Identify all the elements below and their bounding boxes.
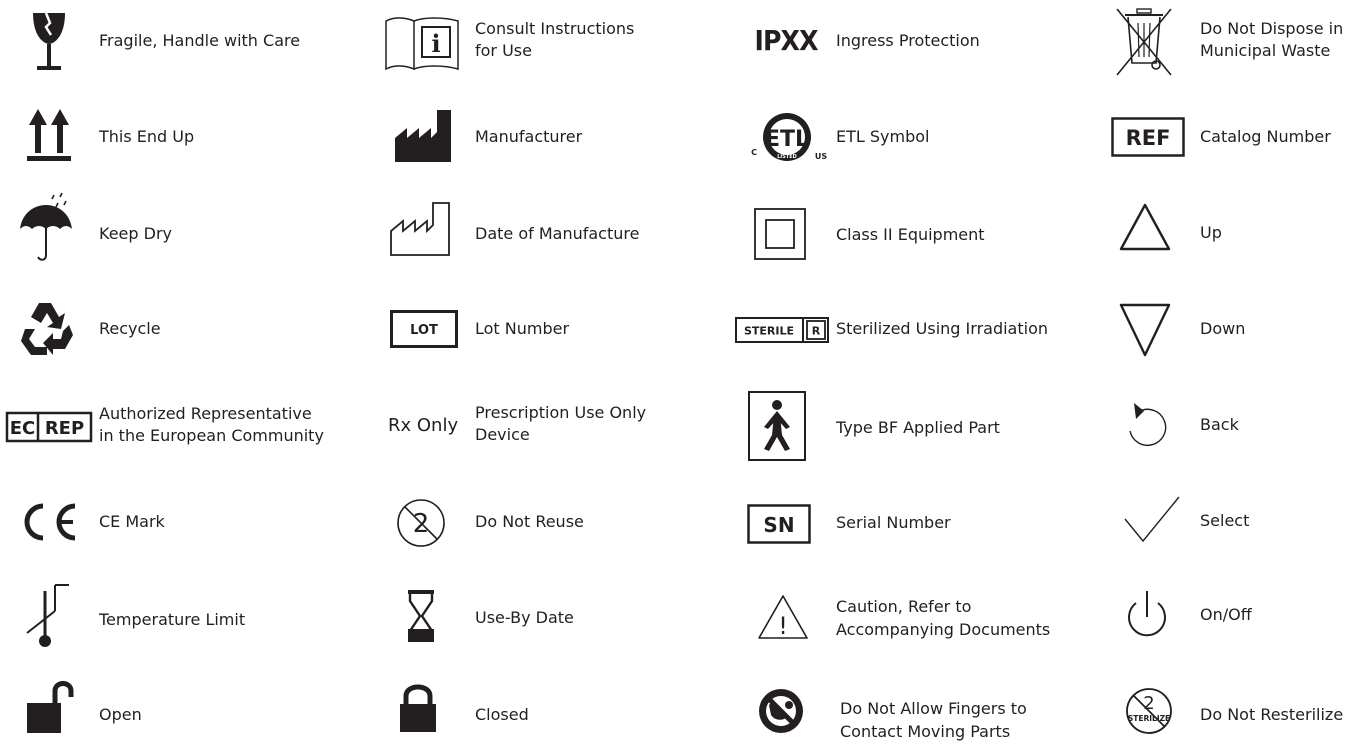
etl-c-text: C xyxy=(751,148,757,157)
info-i-text: i xyxy=(431,29,440,58)
fragile-glass-icon xyxy=(24,10,74,74)
recycle-icon xyxy=(18,296,76,360)
symbol-label: On/Off xyxy=(1200,605,1252,624)
symbol-label-line1: Caution, Refer to xyxy=(836,597,972,616)
double-square-icon xyxy=(752,206,808,262)
symbol-label: Manufacturer xyxy=(475,127,583,146)
symbol-label: Keep Dry xyxy=(99,224,172,243)
symbol-label: Class II Equipment xyxy=(836,225,985,244)
symbol-label: Do Not Resterilize xyxy=(1200,705,1344,724)
thermometer-limit-icon xyxy=(18,580,74,652)
symbol-label-line1: Prescription Use Only xyxy=(475,403,647,422)
open-padlock-icon xyxy=(24,675,76,737)
symbol-label-line2: Municipal Waste xyxy=(1200,41,1331,60)
sterile-r-text: R xyxy=(812,325,821,338)
lot-text: LOT xyxy=(410,323,438,338)
back-arrow-icon xyxy=(1122,396,1172,452)
rx-only-icon: Rx Only xyxy=(388,410,468,440)
this-end-up-arrows-icon xyxy=(22,105,76,165)
checkmark-icon xyxy=(1122,494,1182,546)
triangle-down-icon xyxy=(1116,300,1174,360)
symbol-label: Closed xyxy=(475,705,529,724)
symbol-label-line2: in the European Community xyxy=(99,426,324,445)
etl-listed-text: LISTED xyxy=(777,154,797,160)
symbol-label: Up xyxy=(1200,223,1222,242)
etl-text: ETL xyxy=(765,127,809,152)
symbol-label: CE Mark xyxy=(99,512,165,531)
symbol-label: This End Up xyxy=(99,127,195,146)
instruction-book-icon: i xyxy=(383,14,461,72)
body-figure-icon xyxy=(746,390,808,462)
symbol-label-line2: Contact Moving Parts xyxy=(840,722,1011,741)
symbol-label: Fragile, Handle with Care xyxy=(99,31,301,50)
symbol-label-line1: Consult Instructions xyxy=(475,19,635,38)
lot-box-icon: LOT xyxy=(389,309,459,349)
crossed-bin-icon xyxy=(1114,6,1174,78)
symbol-label: Serial Number xyxy=(836,513,951,532)
symbol-label: Select xyxy=(1200,511,1250,530)
ipxx-icon: IPXX xyxy=(748,20,824,60)
symbol-label-line1: Do Not Allow Fingers to xyxy=(840,699,1027,718)
sn-box-icon: SN xyxy=(746,502,812,546)
closed-padlock-icon xyxy=(396,680,440,736)
sterile-text: STERILE xyxy=(744,325,794,338)
no-fingers-icon xyxy=(756,686,806,736)
symbol-label-line2: Device xyxy=(475,425,530,444)
etl-us-text: US xyxy=(815,152,827,161)
symbol-label-line1: Authorized Representative xyxy=(99,404,312,423)
ec-text: EC xyxy=(10,418,36,439)
ref-box-icon: REF xyxy=(1110,116,1186,158)
ec-rep-icon: EC REP xyxy=(5,410,93,444)
symbol-label-line2: Accompanying Documents xyxy=(836,620,1051,639)
symbol-label: Sterilized Using Irradiation xyxy=(836,319,1048,338)
etl-listed-icon: ETL C US LISTED xyxy=(744,108,830,168)
symbol-label: Lot Number xyxy=(475,319,570,338)
symbol-label-line2: for Use xyxy=(475,41,532,60)
sterile-r-icon: STERILE R xyxy=(734,315,830,345)
symbol-label: Down xyxy=(1200,319,1246,338)
symbol-label: Back xyxy=(1200,415,1239,434)
umbrella-rain-icon xyxy=(16,190,76,266)
caution-triangle-icon: ! xyxy=(756,592,810,642)
symbol-label: Date of Manufacture xyxy=(475,224,640,243)
symbol-label: ETL Symbol xyxy=(836,127,930,146)
symbol-label: Recycle xyxy=(99,319,161,338)
resterilize-text: STERILIZE xyxy=(1128,714,1170,723)
power-icon xyxy=(1122,586,1172,646)
symbol-label: Do Not Reuse xyxy=(475,512,584,531)
symbol-label: Ingress Protection xyxy=(836,31,980,50)
rx-only-text: Rx Only xyxy=(388,414,459,436)
symbol-label: Catalog Number xyxy=(1200,127,1331,146)
symbol-label: Use-By Date xyxy=(475,608,574,627)
ce-mark-icon xyxy=(14,500,80,544)
triangle-up-icon xyxy=(1116,200,1174,254)
factory-filled-icon xyxy=(391,107,455,165)
factory-outline-icon xyxy=(388,200,454,258)
sn-text: SN xyxy=(763,513,794,537)
ref-text: REF xyxy=(1126,126,1171,150)
caution-mark: ! xyxy=(778,612,788,640)
do-not-resterilize-icon: 2 STERILIZE xyxy=(1114,680,1184,740)
do-not-reuse-icon: 2 xyxy=(394,496,448,550)
hourglass-icon xyxy=(404,588,438,644)
symbol-label: Type BF Applied Part xyxy=(836,418,1000,437)
ipxx-text: IPXX xyxy=(754,23,818,57)
symbol-label: Open xyxy=(99,705,142,724)
symbol-label-line1: Do Not Dispose in xyxy=(1200,19,1344,38)
rep-text: REP xyxy=(45,418,84,439)
symbol-label: Temperature Limit xyxy=(99,610,246,629)
